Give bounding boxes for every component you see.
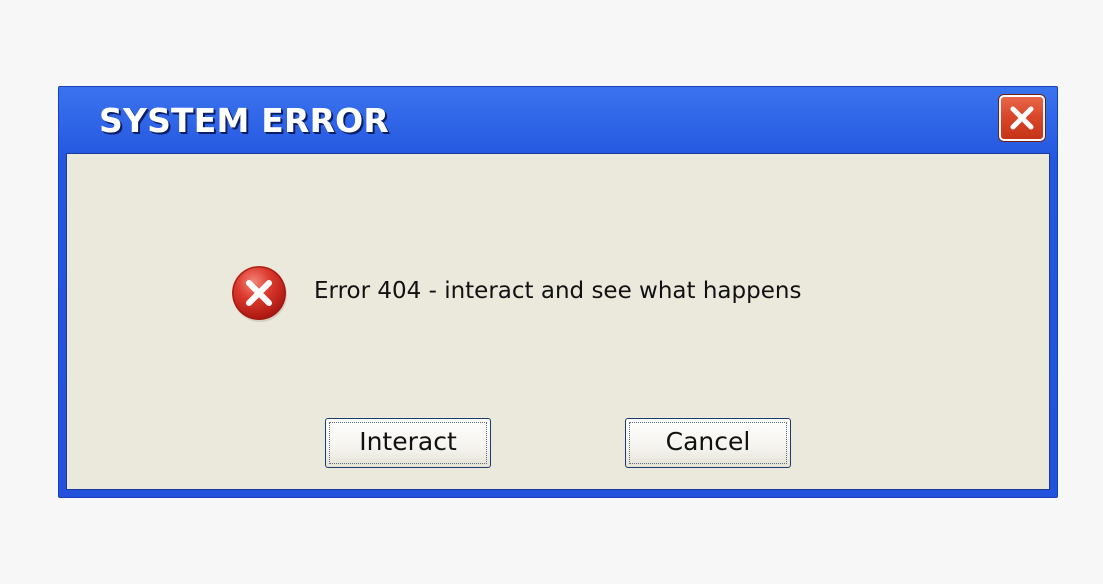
dialog-titlebar[interactable]: SYSTEM ERROR bbox=[59, 87, 1057, 153]
dialog-title: SYSTEM ERROR bbox=[99, 101, 390, 140]
error-dialog: SYSTEM ERROR Error 404 - interact and se… bbox=[58, 86, 1058, 498]
close-icon bbox=[1010, 106, 1034, 130]
error-icon bbox=[232, 266, 287, 322]
error-message: Error 404 - interact and see what happen… bbox=[314, 278, 802, 304]
dialog-body: Error 404 - interact and see what happen… bbox=[66, 153, 1050, 490]
cancel-button[interactable]: Cancel bbox=[625, 418, 791, 468]
close-button[interactable] bbox=[999, 95, 1045, 141]
interact-button[interactable]: Interact bbox=[325, 418, 491, 468]
